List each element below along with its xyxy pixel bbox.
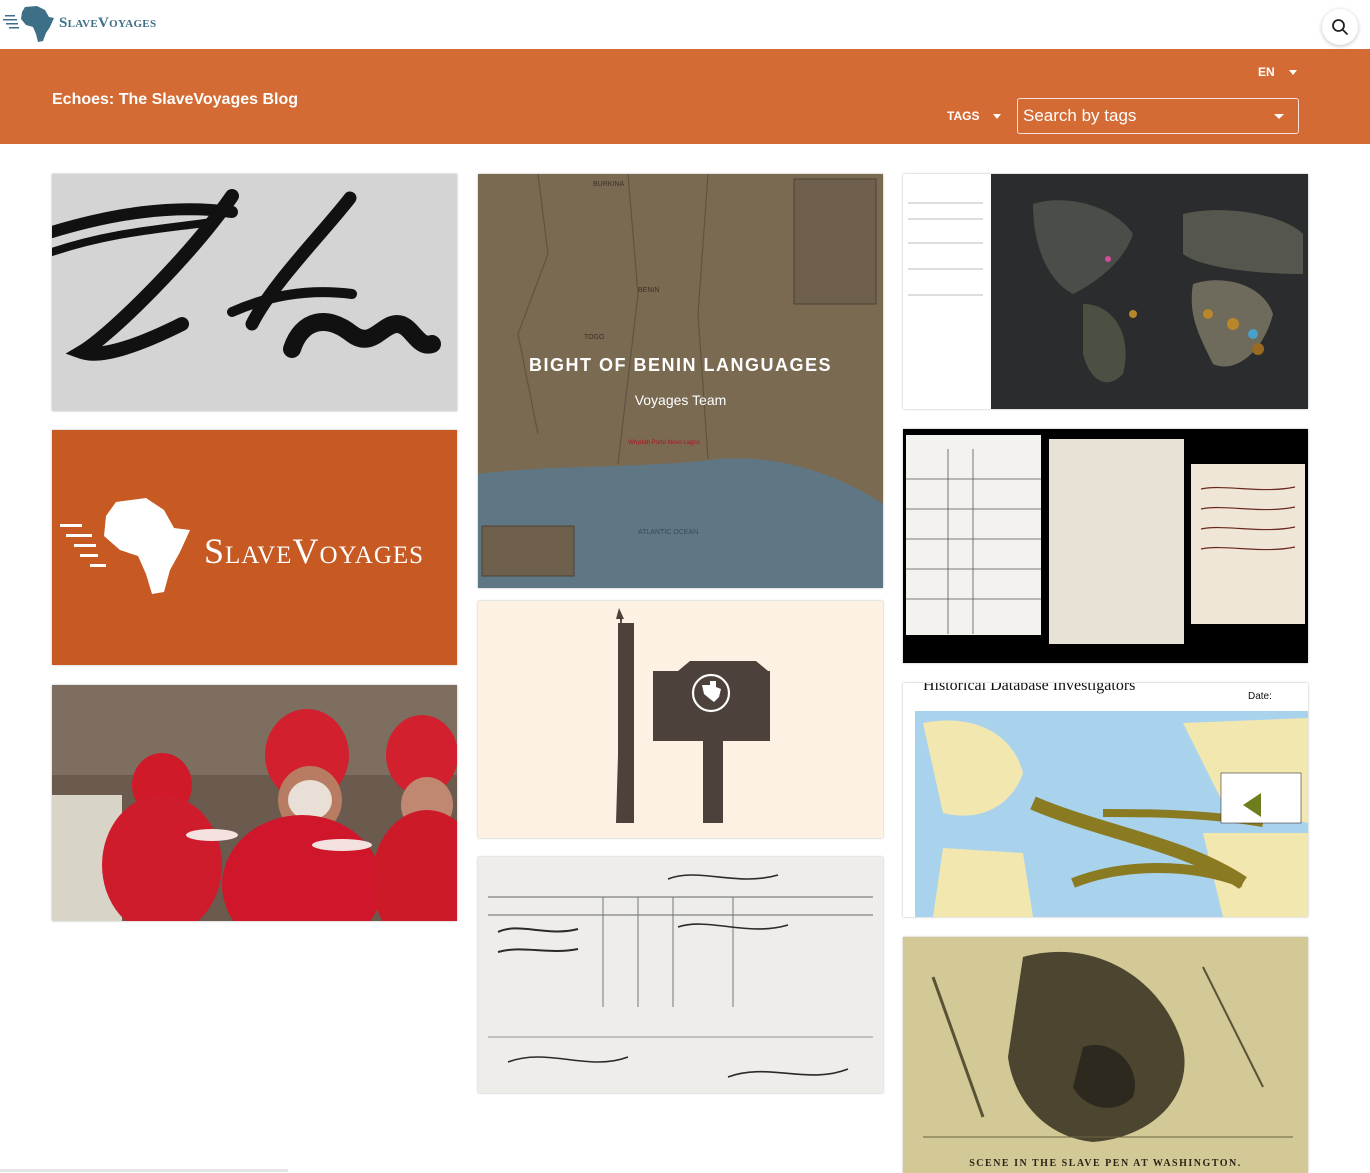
tags-label: TAGS (947, 109, 980, 123)
language-selector[interactable]: EN (1258, 65, 1297, 79)
blog-card-investigators[interactable]: Historical Database Investigators Date: (903, 683, 1308, 917)
card-title: BIGHT OF BENIN LANGUAGES (528, 355, 832, 375)
tag-search-placeholder: Search by tags (1023, 106, 1137, 125)
tag-search-select[interactable]: Search by tags (1017, 98, 1299, 134)
blog-card-world-map[interactable] (903, 174, 1308, 409)
svg-text:TOGO: TOGO (584, 334, 605, 341)
svg-text:BURKINA: BURKINA (593, 181, 624, 188)
chevron-down-icon (993, 113, 1002, 119)
top-navbar: SlaveVoyages (0, 0, 1370, 49)
blog-card-documents[interactable] (903, 429, 1308, 663)
site-logo[interactable]: SlaveVoyages (3, 3, 163, 43)
benin-map-image: BURKINA BENIN TOGO Whydah Porto Novo Lag… (478, 174, 883, 588)
svg-text:BENIN: BENIN (638, 287, 659, 294)
blog-card-bight-of-benin[interactable]: BURKINA BENIN TOGO Whydah Porto Novo Lag… (478, 174, 883, 588)
blog-card-manifest[interactable] (478, 857, 883, 1093)
svg-text:Whydah Porto Novo Lagos: Whydah Porto Novo Lagos (628, 440, 700, 446)
blog-card-slavevoyages-logo[interactable]: SlaveVoyages (52, 430, 457, 665)
signature-image (52, 189, 441, 361)
language-label: EN (1258, 65, 1275, 79)
tags-dropdown[interactable]: TAGS (947, 109, 1002, 123)
scroll-indicator (0, 1169, 288, 1172)
search-icon (1332, 19, 1348, 35)
logo-card-text: SlaveVoyages (204, 531, 425, 571)
blog-card-signature[interactable] (52, 174, 457, 411)
engraving-caption: SCENE IN THE SLAVE PEN AT WASHINGTON. (969, 1158, 1242, 1169)
texas-historical-marker (616, 608, 770, 823)
dancers-photo (52, 685, 457, 921)
blog-title: Echoes: The SlaveVoyages Blog (52, 91, 299, 108)
slave-pen-engraving (903, 937, 1308, 1173)
historical-documents-collage (903, 429, 1308, 663)
search-button[interactable] (1322, 9, 1358, 45)
africa-logo-icon (60, 498, 190, 594)
blog-card-slave-pen[interactable]: SCENE IN THE SLAVE PEN AT WASHINGTON. (903, 937, 1308, 1173)
logo-text: SlaveVoyages (59, 14, 157, 31)
africa-logo-icon (3, 6, 54, 42)
world-map-screenshot (903, 174, 1308, 409)
map-heading: Historical Database Investigators (923, 683, 1136, 694)
blog-card-dancers[interactable] (52, 685, 457, 921)
svg-text:ATLANTIC OCEAN: ATLANTIC OCEAN (638, 529, 698, 536)
date-label: Date: (1248, 691, 1272, 702)
card-author: Voyages Team (634, 392, 727, 408)
chevron-down-icon (1288, 69, 1297, 75)
dropdown-arrow-icon (1274, 114, 1284, 119)
manifest-of-slaves-document (478, 857, 883, 1093)
blog-card-texas-marker[interactable] (478, 601, 883, 838)
trade-flow-map-image (903, 683, 1308, 917)
